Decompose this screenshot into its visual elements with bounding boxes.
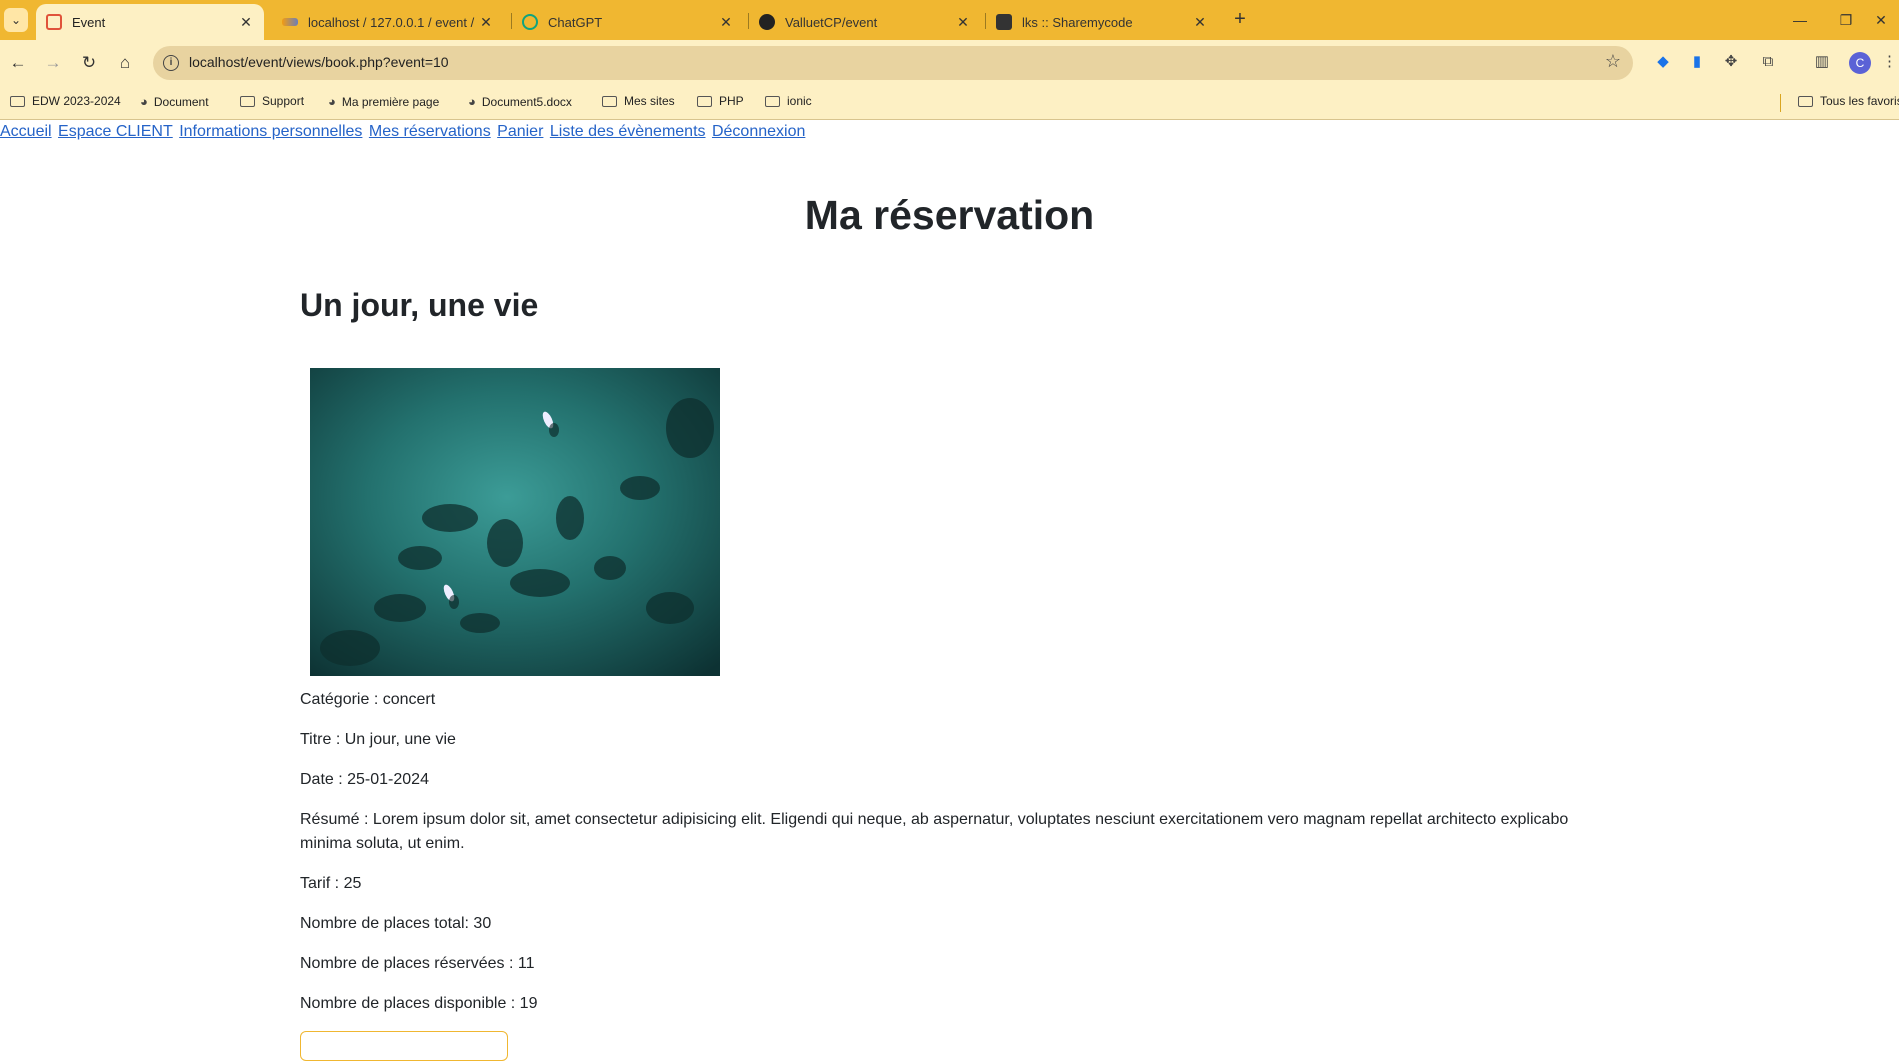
bookmark-document5[interactable]: ◕ Document5.docx [468,94,572,109]
chatgpt-favicon-icon [522,14,538,30]
nav-link-panier[interactable]: Panier [497,123,543,140]
tab-phpmyadmin[interactable]: localhost / 127.0.0.1 / event / e ✕ [272,4,504,40]
address-bar[interactable]: i localhost/event/views/book.php?event=1… [153,46,1633,80]
bookmark-label: Tous les favoris [1820,94,1899,108]
github-favicon-icon [759,14,775,30]
reserve-button[interactable] [300,1031,508,1061]
bookmark-ionic[interactable]: ionic [765,94,812,108]
tab-search-chevron-icon[interactable]: ⌄ [4,8,28,32]
tab-event[interactable]: Event ✕ [36,4,264,40]
tab-github[interactable]: ValluetCP/event ✕ [749,4,981,40]
forward-arrow-icon[interactable]: → [39,49,67,77]
close-tab-icon[interactable]: ✕ [238,14,254,31]
event-favicon-icon [46,14,62,30]
address-url[interactable]: localhost/event/views/book.php?event=10 [189,54,449,70]
bookmark-label: Document5.docx [481,94,572,109]
folder-icon [765,95,780,107]
minimize-icon[interactable]: — [1780,8,1820,32]
nav-link-deconnexion[interactable]: Déconnexion [712,123,805,140]
tab-label: lks :: Sharemycode [1022,14,1133,30]
browser-toolbar: ← → ↻ ⌂ i localhost/event/views/book.php… [0,40,1899,86]
bookmark-label: Document [153,94,209,109]
folder-icon [10,95,25,107]
extension-icon[interactable]: ◆ [1652,51,1674,73]
extension-translate-icon[interactable]: ▮ [1686,51,1708,73]
page-title: Ma réservation [804,192,1095,238]
detail-date: Date : 25-01-2024 [300,771,429,788]
detail-places-reservees: Nombre de places réservées : 11 [300,955,535,972]
folder-icon [240,95,255,107]
back-arrow-icon[interactable]: ← [4,49,32,77]
bookmark-label: Support [262,94,305,108]
globe-icon: ◕ [468,94,476,109]
bookmarks-separator [1780,94,1781,112]
folder-icon [602,95,617,107]
restore-icon[interactable]: ❐ [1826,8,1866,32]
bookmark-label: PHP [719,94,744,108]
nav-link-mes-reservations[interactable]: Mes réservations [369,123,491,140]
detail-tarif: Tarif : 25 [300,875,362,892]
close-tab-icon[interactable]: ✕ [718,14,734,31]
event-image [310,368,720,676]
bookmarks-bar: EDW 2023-2024 ◕ Document Support ◕ Ma pr… [0,86,1899,120]
phpmyadmin-favicon-icon [282,18,298,26]
folder-icon [697,95,712,107]
detail-titre: Titre : Un jour, une vie [300,731,456,748]
tab-bar: ⌄ Event ✕ localhost / 127.0.0.1 / event … [0,0,1899,40]
menu-kebab-icon[interactable]: ⋮ [1882,51,1897,73]
move-extension-icon[interactable]: ✥ [1720,51,1742,73]
close-tab-icon[interactable]: ✕ [1192,14,1208,31]
nav-link-accueil[interactable]: Accueil [0,123,52,140]
tab-label: ChatGPT [548,14,603,30]
detail-resume: Résumé : Lorem ipsum dolor sit, amet con… [300,811,1569,852]
sharemycode-favicon-icon [996,14,1012,30]
nav-link-liste-evenements[interactable]: Liste des évènements [550,123,706,140]
bookmark-label: ionic [787,94,812,108]
extensions-puzzle-icon[interactable]: ⧉ [1757,51,1779,73]
bookmark-star-icon[interactable]: ☆ [1605,51,1621,72]
close-tab-icon[interactable]: ✕ [478,14,494,31]
all-bookmarks[interactable]: Tous les favoris [1798,94,1899,108]
side-panel-icon[interactable]: ▥ [1811,51,1833,73]
tab-label: localhost / 127.0.0.1 / event / e [308,14,478,30]
profile-avatar[interactable]: C [1849,52,1871,74]
bookmark-label: Ma première page [341,94,440,109]
site-info-icon[interactable]: i [163,55,179,71]
detail-categorie: Catégorie : concert [300,691,436,708]
reload-icon[interactable]: ↻ [75,49,103,77]
folder-icon [1798,95,1813,107]
tab-chatgpt[interactable]: ChatGPT ✕ [512,4,744,40]
tab-sharemycode[interactable]: lks :: Sharemycode ✕ [986,4,1218,40]
bookmark-support[interactable]: Support [240,94,304,108]
close-tab-icon[interactable]: ✕ [955,14,971,31]
bookmark-mes-sites[interactable]: Mes sites [602,94,675,108]
bookmark-label: Mes sites [624,94,675,108]
nav-link-espace-client[interactable]: Espace CLIENT [58,123,173,140]
detail-places-disponibles: Nombre de places disponible : 19 [300,995,538,1012]
bookmark-ma-premiere-page[interactable]: ◕ Ma première page [328,94,439,109]
event-title: Un jour, une vie [300,287,539,323]
globe-icon: ◕ [328,94,336,109]
home-icon[interactable]: ⌂ [111,49,139,77]
close-window-icon[interactable]: ✕ [1866,8,1896,32]
bookmark-label: EDW 2023-2024 [32,94,121,108]
tab-label: ValluetCP/event [785,14,878,30]
tab-label: Event [72,14,106,30]
detail-places-total: Nombre de places total: 30 [300,915,492,932]
bookmark-document[interactable]: ◕ Document [140,94,209,109]
new-tab-plus-icon[interactable]: + [1228,8,1252,32]
globe-icon: ◕ [140,94,148,109]
bookmark-edw[interactable]: EDW 2023-2024 [10,94,121,108]
site-navigation: Accueil Espace CLIENT Informations perso… [0,123,807,141]
nav-link-informations-personnelles[interactable]: Informations personnelles [179,123,362,140]
bookmark-php[interactable]: PHP [697,94,744,108]
